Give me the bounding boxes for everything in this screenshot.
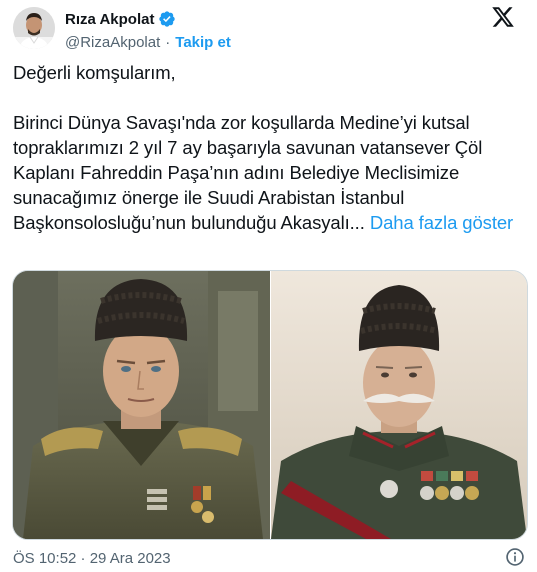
show-more-link[interactable]: Daha fazla göster — [370, 212, 513, 233]
tweet-text: Değerli komşularım, Birinci Dünya Savaşı… — [13, 60, 523, 235]
author-info: Rıza Akpolat @RizaAkpolat · Takip et — [65, 9, 231, 53]
portrait-photo-left — [13, 271, 270, 539]
avatar-portrait — [13, 7, 55, 49]
photo-right[interactable] — [271, 271, 527, 539]
tweet-footer: ÖS 10:52 · 29 Ara 2023 — [13, 548, 525, 568]
tweet-header: Rıza Akpolat @RizaAkpolat · Takip et — [13, 3, 527, 53]
portrait-photo-right — [271, 271, 527, 539]
avatar[interactable] — [13, 7, 55, 49]
timestamp[interactable]: ÖS 10:52 · 29 Ara 2023 — [13, 550, 171, 567]
tweet-body: Değerli komşularım, Birinci Dünya Savaşı… — [13, 62, 483, 233]
info-icon[interactable] — [505, 547, 525, 567]
verified-badge-icon — [158, 10, 176, 28]
display-name[interactable]: Rıza Akpolat — [65, 11, 154, 28]
photo-left[interactable] — [13, 271, 271, 539]
separator-dot: · — [165, 33, 171, 51]
handle[interactable]: @RizaAkpolat — [65, 34, 160, 51]
handle-row: @RizaAkpolat · Takip et — [65, 31, 231, 53]
tweet-media[interactable] — [12, 270, 528, 540]
x-logo-icon[interactable] — [491, 5, 515, 29]
follow-button[interactable]: Takip et — [175, 34, 231, 51]
name-row: Rıza Akpolat — [65, 9, 231, 29]
